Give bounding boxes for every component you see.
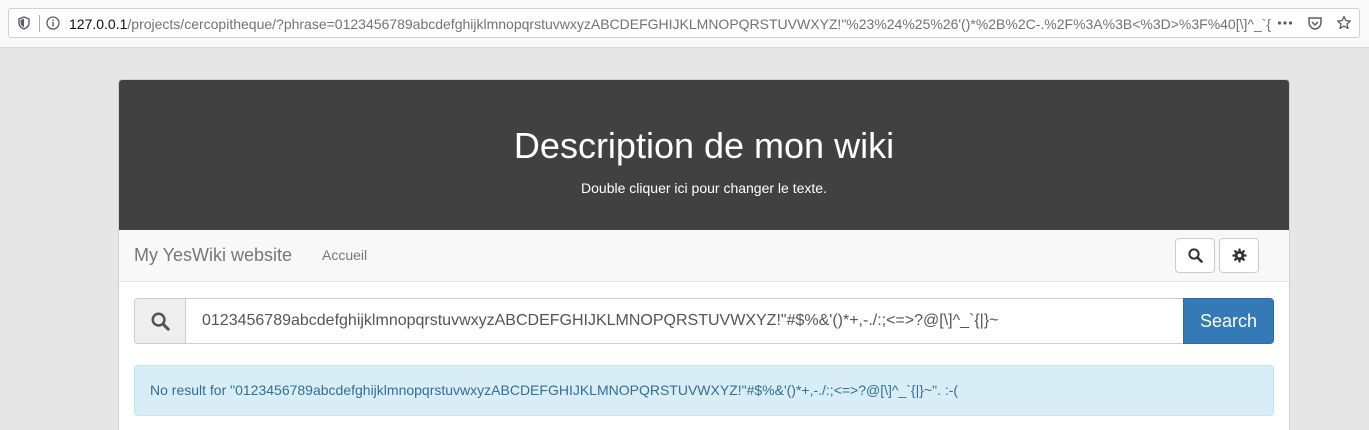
page-subtitle[interactable]: Double cliquer ici pour changer le texte… <box>119 180 1289 196</box>
search-input[interactable] <box>185 298 1184 344</box>
url-text[interactable]: 127.0.0.1/projects/cercopitheque/?phrase… <box>69 15 1281 33</box>
search-addon <box>134 298 186 344</box>
gear-icon <box>1232 248 1247 263</box>
page-title: Description de mon wiki <box>513 125 895 166</box>
url-host: 127.0.0.1 <box>69 16 128 32</box>
url-separator <box>39 15 40 32</box>
header-banner: Description de mon wiki Double cliquer i… <box>119 80 1289 230</box>
no-result-alert: No result for "0123456789abcdefghijklmno… <box>134 365 1274 416</box>
pocket-icon[interactable] <box>1307 15 1323 31</box>
url-bar[interactable]: 127.0.0.1/projects/cercopitheque/?phrase… <box>8 8 1360 38</box>
url-path: /projects/cercopitheque/?phrase=01234567… <box>127 16 1272 32</box>
shield-icon[interactable] <box>17 16 31 30</box>
star-icon[interactable] <box>1336 15 1352 31</box>
nav-link-accueil[interactable]: Accueil <box>322 246 367 264</box>
search-icon <box>1188 248 1203 263</box>
site-brand-link[interactable]: My YesWiki website <box>134 244 292 266</box>
info-icon[interactable] <box>46 16 60 30</box>
more-icon[interactable] <box>1277 15 1293 31</box>
search-form: Search <box>134 298 1274 344</box>
navbar-search-button[interactable] <box>1175 238 1215 273</box>
search-button[interactable]: Search <box>1183 298 1274 344</box>
search-icon <box>151 312 170 331</box>
page-container: Description de mon wiki Double cliquer i… <box>118 79 1290 430</box>
navbar: My YesWiki website Accueil <box>119 230 1289 282</box>
browser-toolbar: 127.0.0.1/projects/cercopitheque/?phrase… <box>0 0 1369 48</box>
url-actions <box>1269 9 1359 37</box>
navbar-settings-button[interactable] <box>1219 238 1259 273</box>
